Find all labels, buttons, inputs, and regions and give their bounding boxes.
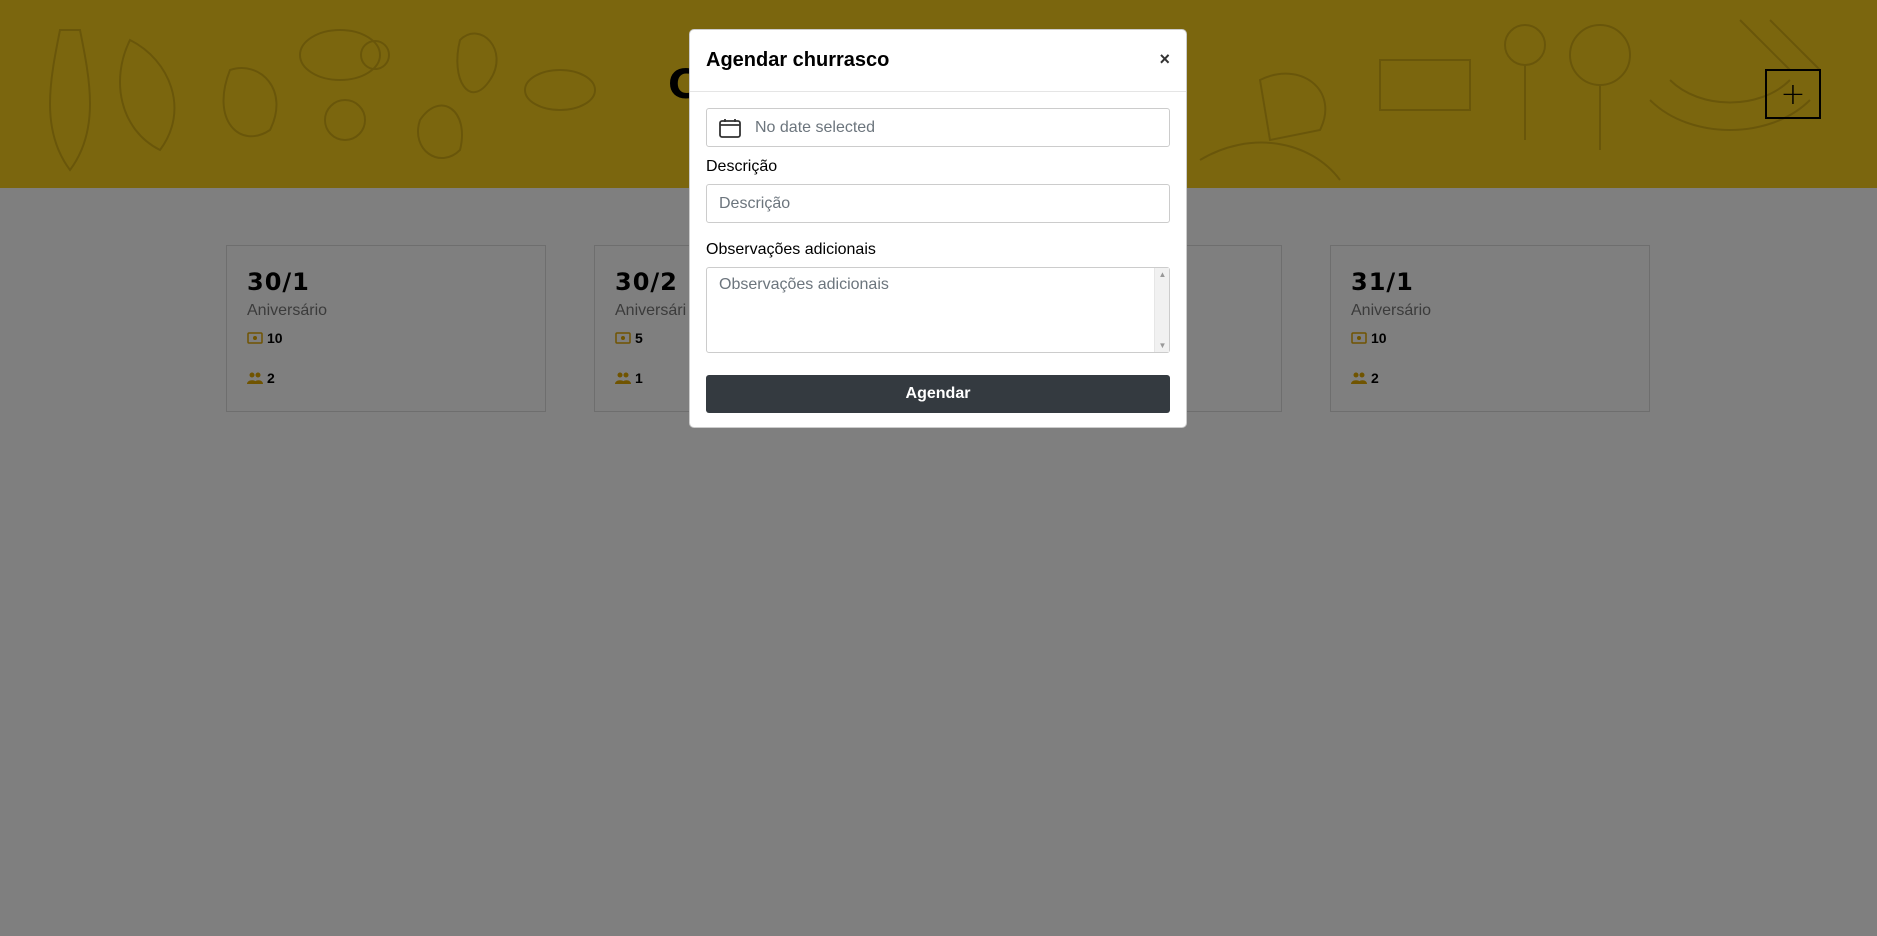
scroll-up-icon[interactable]: ▲ — [1158, 270, 1167, 279]
description-label: Descrição — [706, 158, 778, 175]
modal-header: Agendar churrasco × — [690, 30, 1186, 92]
schedule-button[interactable]: Agendar — [706, 375, 1170, 413]
notes-scrollbar[interactable]: ▲ ▼ — [1154, 268, 1169, 352]
description-input[interactable] — [706, 184, 1170, 223]
scroll-down-icon[interactable]: ▼ — [1158, 341, 1167, 350]
notes-label: Observações adicionais — [706, 241, 876, 258]
date-picker[interactable]: No date selected — [706, 108, 1170, 147]
modal-body: No date selected Descrição Observações a… — [690, 92, 1186, 429]
schedule-modal: Agendar churrasco × No date selected Des… — [689, 29, 1187, 428]
modal-title: Agendar churrasco — [706, 49, 890, 71]
date-picker-value: No date selected — [755, 118, 876, 136]
calendar-icon — [719, 118, 741, 138]
notes-textarea[interactable] — [706, 267, 1170, 353]
close-button[interactable]: × — [1159, 49, 1170, 72]
notes-field-wrapper: ▲ ▼ — [706, 267, 1170, 358]
